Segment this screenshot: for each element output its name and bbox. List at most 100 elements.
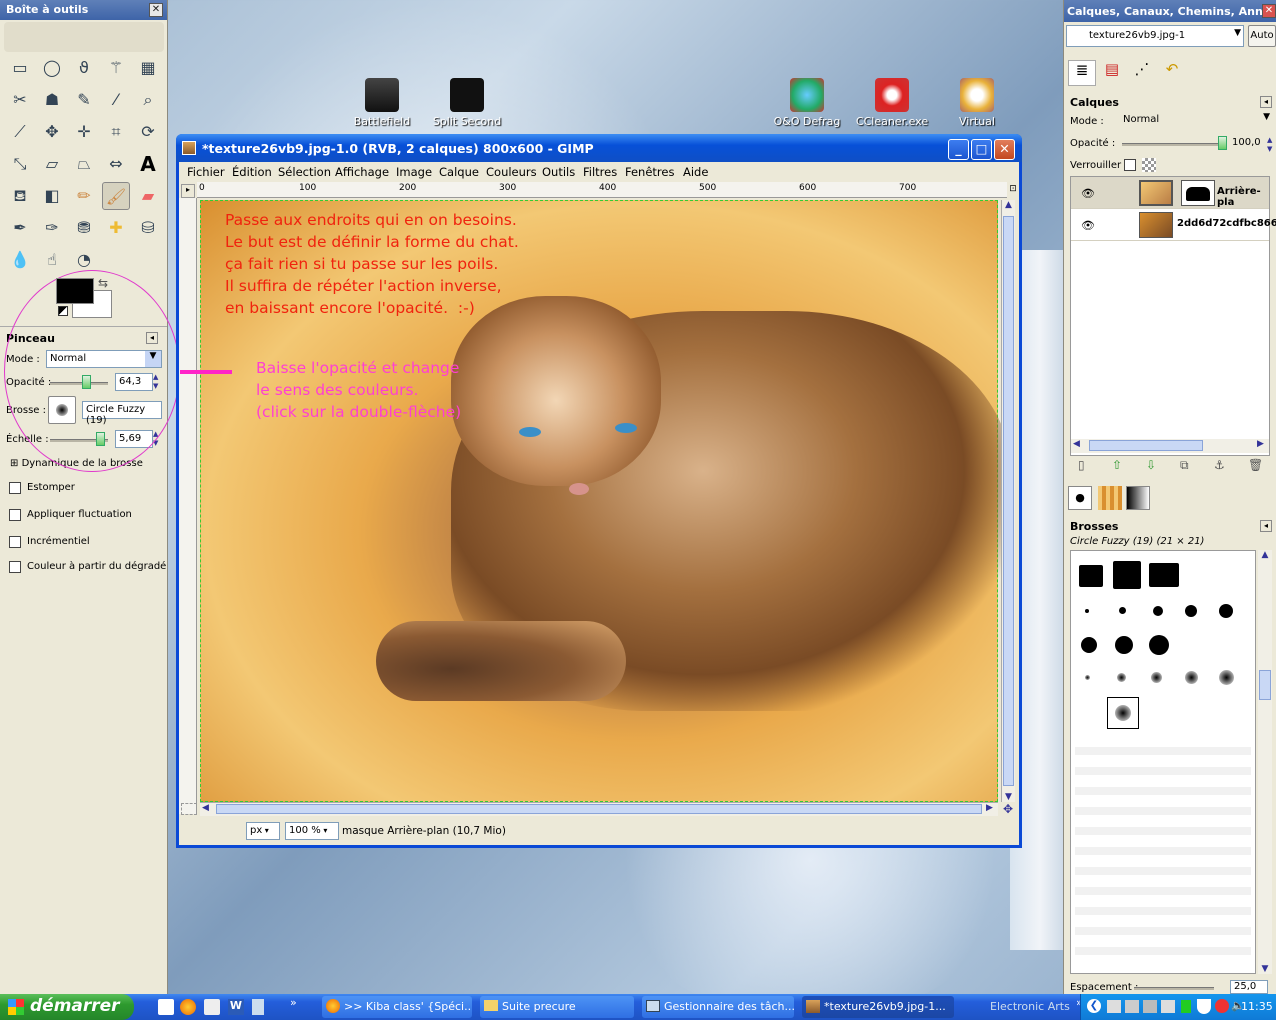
color-select-icon[interactable]: ▦ bbox=[134, 54, 162, 82]
scroll-thumb[interactable] bbox=[1259, 670, 1271, 700]
minimize-button[interactable]: _ bbox=[948, 139, 969, 160]
firefox-icon[interactable] bbox=[180, 999, 196, 1015]
rect-select-icon[interactable]: ▭ bbox=[6, 54, 34, 82]
heal-icon[interactable]: ✚ bbox=[102, 214, 130, 242]
image-canvas[interactable]: Passe aux endroits qui en on besoins. Le… bbox=[200, 200, 1011, 802]
desktop-icon-virtual[interactable]: Virtual bbox=[937, 78, 1017, 128]
scroll-right-icon[interactable]: ▶ bbox=[986, 803, 993, 813]
layer-row[interactable]: 👁 2dd6d72cdfbc866 bbox=[1071, 209, 1276, 241]
start-button[interactable]: démarrer bbox=[0, 994, 134, 1020]
color-picker-icon[interactable]: ⁄ bbox=[102, 86, 130, 114]
layers-hscrollbar[interactable]: ◀ ▶ bbox=[1071, 439, 1269, 453]
brush-item[interactable] bbox=[1149, 563, 1179, 587]
brush-item[interactable] bbox=[1081, 637, 1097, 653]
desktop-icon-battlefield[interactable]: Battlefield Bad Company 2 bbox=[342, 78, 422, 129]
menu-calque[interactable]: Calque bbox=[439, 165, 479, 179]
foreground-color-swatch[interactable] bbox=[56, 278, 94, 304]
eye-icon[interactable]: 👁 bbox=[1081, 187, 1095, 200]
flip-icon[interactable]: ⇔ bbox=[102, 150, 130, 178]
brush-item[interactable] bbox=[1149, 635, 1169, 655]
menu-fenetres[interactable]: Fenêtres bbox=[625, 165, 674, 179]
raise-layer-icon[interactable]: ⇧ bbox=[1112, 458, 1122, 472]
menu-filtres[interactable]: Filtres bbox=[583, 165, 617, 179]
layer-name[interactable]: Arrière-pla bbox=[1217, 186, 1269, 208]
blend-icon[interactable]: ◧ bbox=[38, 182, 66, 210]
rotate-icon[interactable]: ⟳ bbox=[134, 118, 162, 146]
crop-icon[interactable]: ⌗ bbox=[102, 118, 130, 146]
new-layer-icon[interactable]: ▯ bbox=[1078, 458, 1085, 472]
scale-icon[interactable]: ⤡ bbox=[6, 150, 34, 178]
eye-icon[interactable]: 👁 bbox=[1081, 219, 1095, 232]
spacing-spin[interactable]: 25,0 bbox=[1230, 980, 1268, 994]
quicklaunch-icon[interactable] bbox=[204, 999, 220, 1015]
checkbox-incremental[interactable] bbox=[9, 536, 21, 548]
scroll-up-icon[interactable]: ▲ bbox=[1002, 200, 1015, 210]
quicklaunch-icon[interactable] bbox=[158, 999, 174, 1015]
checkbox-estomper[interactable] bbox=[9, 482, 21, 494]
tray-status-icon[interactable] bbox=[1181, 1000, 1191, 1013]
menu-arrow-button[interactable]: ▸ bbox=[181, 184, 195, 198]
tab-paths[interactable]: ⋰ bbox=[1128, 60, 1156, 86]
menu-affichage[interactable]: Affichage bbox=[335, 165, 389, 179]
quickmask-icon[interactable] bbox=[181, 803, 197, 815]
move-icon[interactable]: ✥ bbox=[38, 118, 66, 146]
brush-item[interactable] bbox=[1151, 672, 1162, 683]
maximize-button[interactable]: □ bbox=[971, 139, 992, 160]
scroll-left-icon[interactable]: ◀ bbox=[1073, 439, 1080, 449]
menu-outils[interactable]: Outils bbox=[542, 165, 575, 179]
perspective-icon[interactable]: ⏢ bbox=[70, 150, 98, 178]
brush-item[interactable] bbox=[1113, 561, 1141, 589]
brush-item[interactable] bbox=[1085, 609, 1089, 613]
image-select[interactable]: texture26vb9.jpg-1 ▼ bbox=[1066, 25, 1244, 47]
tray-app-icon[interactable] bbox=[1161, 1000, 1175, 1013]
unit-select[interactable]: px ▾ bbox=[246, 822, 280, 840]
scroll-left-icon[interactable]: ◀ bbox=[202, 803, 209, 813]
duplicate-layer-icon[interactable]: ⧉ bbox=[1180, 458, 1189, 473]
brushes-grid[interactable] bbox=[1070, 550, 1256, 974]
lock-pixels-checkbox[interactable] bbox=[1124, 159, 1136, 171]
scroll-down-icon[interactable]: ▼ bbox=[1002, 792, 1015, 802]
scroll-thumb[interactable] bbox=[216, 804, 982, 814]
task-gimp-image[interactable]: *texture26vb9.jpg-1... bbox=[802, 996, 954, 1018]
window-titlebar[interactable]: *texture26vb9.jpg-1.0 (RVB, 2 calques) 8… bbox=[176, 134, 1022, 162]
zoom-select[interactable]: 100 % ▾ bbox=[285, 822, 339, 840]
checkbox-fluctuation[interactable] bbox=[9, 509, 21, 521]
brush-item[interactable] bbox=[1219, 604, 1233, 618]
text-tool-icon[interactable]: A bbox=[134, 150, 162, 178]
blur-icon[interactable]: 💧 bbox=[6, 246, 34, 274]
menu-aide[interactable]: Aide bbox=[683, 165, 708, 179]
anchor-layer-icon[interactable]: ⚓ bbox=[1214, 458, 1225, 472]
tray-app-icon[interactable] bbox=[1215, 999, 1229, 1013]
scroll-right-icon[interactable]: ▶ bbox=[1257, 439, 1264, 449]
tab-brushes[interactable]: ● bbox=[1068, 486, 1092, 510]
lock-alpha-icon[interactable] bbox=[1142, 158, 1156, 172]
task-task-manager[interactable]: Gestionnaire des tâch... bbox=[642, 996, 794, 1018]
eraser-icon[interactable]: ▰ bbox=[134, 182, 162, 210]
navigate-icon[interactable]: ⊡ bbox=[1007, 184, 1019, 198]
shear-icon[interactable]: ▱ bbox=[38, 150, 66, 178]
smudge-icon[interactable]: ☝ bbox=[38, 246, 66, 274]
scroll-down-icon[interactable]: ▼ bbox=[1258, 964, 1272, 974]
fuzzy-select-icon[interactable]: ⚚ bbox=[102, 54, 130, 82]
menu-couleurs[interactable]: Couleurs bbox=[486, 165, 537, 179]
scissors-icon[interactable]: ✂ bbox=[6, 86, 34, 114]
paths-icon[interactable]: ✎ bbox=[70, 86, 98, 114]
airbrush-icon[interactable]: ✒ bbox=[6, 214, 34, 242]
menu-selection[interactable]: Sélection bbox=[278, 165, 331, 179]
layer-opacity-value[interactable]: 100,0 bbox=[1232, 137, 1261, 148]
brush-item[interactable] bbox=[1079, 565, 1103, 587]
menu-fichier[interactable]: Fichier bbox=[187, 165, 225, 179]
tab-undo[interactable]: ↶ bbox=[1158, 60, 1186, 86]
selected-brush-item[interactable] bbox=[1107, 697, 1139, 729]
close-button[interactable]: ✕ bbox=[994, 139, 1015, 160]
checkbox-gradient-color[interactable] bbox=[9, 561, 21, 573]
word-icon[interactable]: W bbox=[228, 999, 244, 1015]
spin-arrows-icon[interactable]: ▲ ▼ bbox=[1267, 136, 1272, 154]
desktop-icon-split-second[interactable]: Split Second bbox=[427, 78, 507, 128]
tab-menu-icon[interactable]: ◂ bbox=[1260, 96, 1272, 108]
horizontal-scrollbar[interactable]: ◀ ▶ bbox=[200, 802, 998, 816]
brush-item[interactable] bbox=[1219, 670, 1234, 685]
scroll-up-icon[interactable]: ▲ bbox=[1258, 550, 1272, 560]
paintbrush-icon[interactable]: 🖌 bbox=[102, 182, 130, 210]
tab-gradients[interactable] bbox=[1126, 486, 1150, 510]
